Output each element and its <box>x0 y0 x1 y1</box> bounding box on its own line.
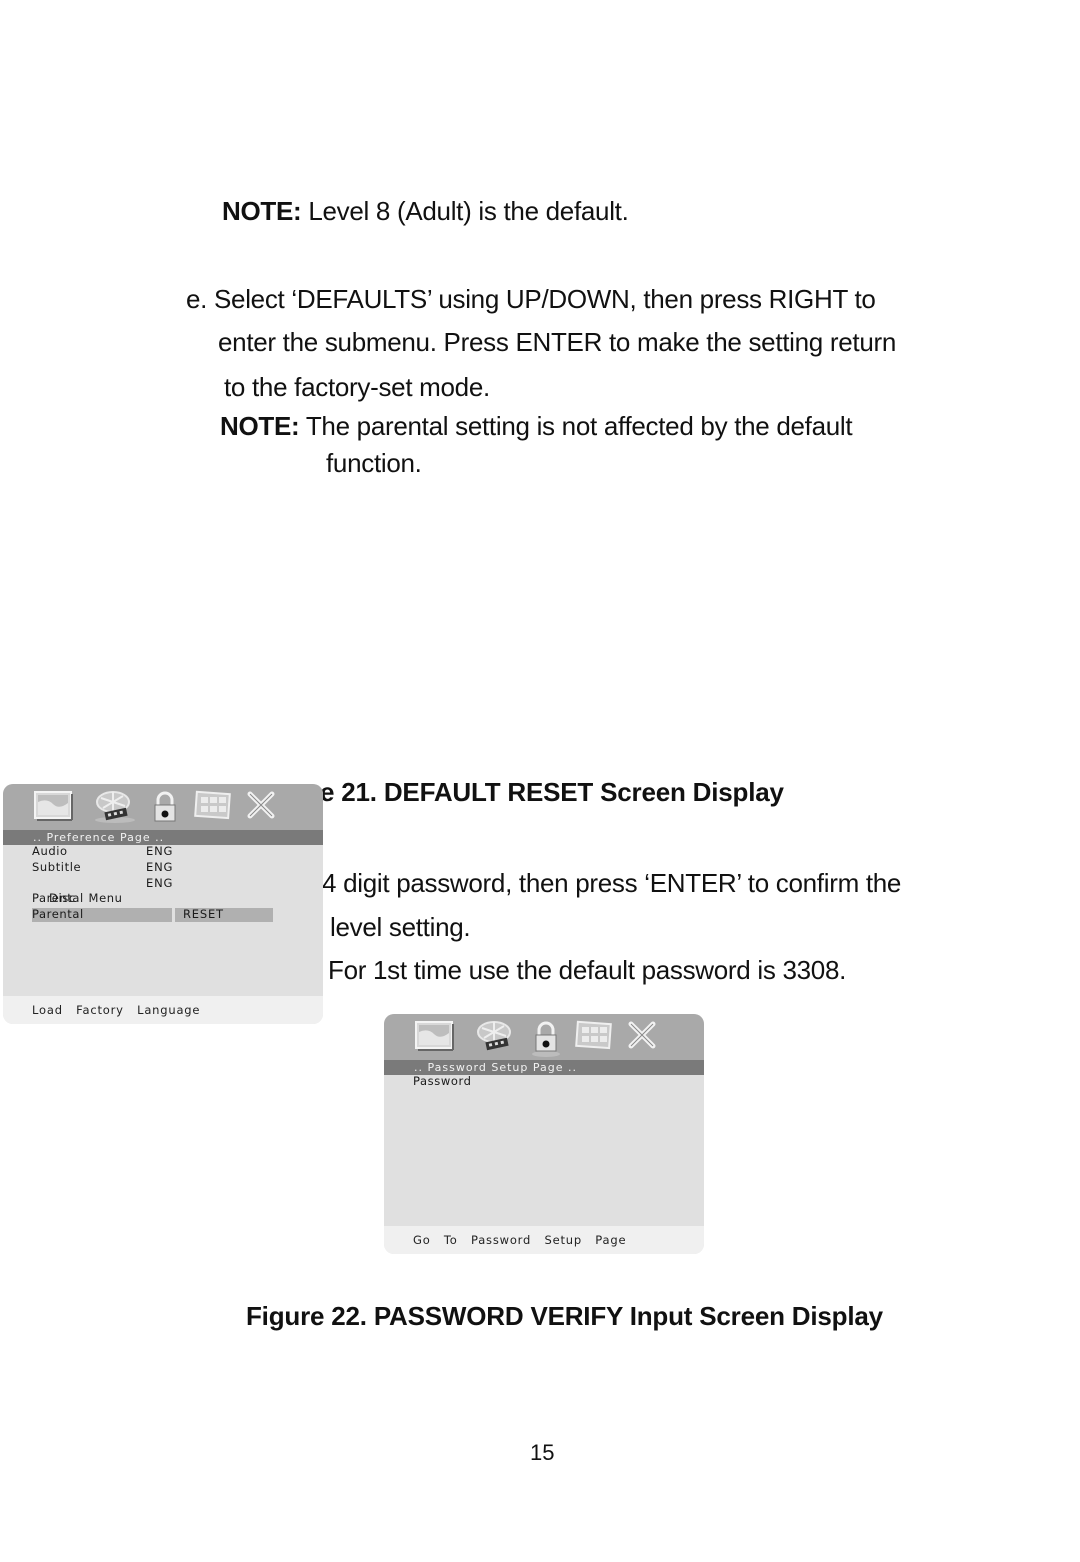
figure-21-caption: e 21. DEFAULT RESET Screen Display <box>320 777 784 807</box>
menu-item-label: Audio <box>32 844 68 858</box>
close-x-icon[interactable] <box>246 790 276 820</box>
page-number: 15 <box>530 1440 555 1465</box>
reset-option[interactable]: RESET <box>183 907 224 922</box>
note-default-level: NOTE: Level 8 (Adult) is the default. <box>222 196 629 226</box>
grid-panel-icon[interactable] <box>574 1020 614 1052</box>
menu-item-label: Password <box>413 1074 472 1088</box>
menu-item-value: ENG <box>146 876 174 890</box>
osd-footer-hint: Go To Password Setup Page <box>384 1226 704 1254</box>
note-text: The parental setting is not affected by … <box>299 411 853 441</box>
step-e-line-3: to the factory-set mode. <box>224 372 490 402</box>
menu-item-parental[interactable]: Parental <box>32 891 84 906</box>
password-instruction-line-1: 4 digit password, then press ‘ENTER’ to … <box>322 868 902 898</box>
menu-item-password[interactable]: Password <box>413 1074 472 1089</box>
note-label: NOTE: <box>220 411 300 441</box>
close-x-icon[interactable] <box>627 1020 657 1050</box>
menu-item-label: Parental <box>32 891 84 905</box>
step-e-line-1: e. Select ‘DEFAULTS’ using UP/DOWN, then… <box>186 284 876 314</box>
osd-icon-bar <box>3 784 323 830</box>
menu-item-label: Subtitle <box>32 860 82 874</box>
note-label: NOTE: <box>222 196 302 226</box>
osd-icon-bar <box>384 1014 704 1060</box>
note-parental-line-2: function. <box>326 448 422 478</box>
password-instruction-line-3: For 1st time use the default password is… <box>328 955 847 985</box>
osd-page-title: .. Password Setup Page .. <box>384 1060 704 1075</box>
figure-22-caption: Figure 22. PASSWORD VERIFY Input Screen … <box>246 1301 883 1331</box>
osd-password-setup-page: .. Password Setup Page .. Password Go To… <box>384 1014 704 1254</box>
padlock-icon[interactable] <box>148 790 182 824</box>
osd-preference-page: .. Preference Page .. Audio ENG Subtitle… <box>3 784 323 1024</box>
step-e-line-2: enter the submenu. Press ENTER to make t… <box>218 327 897 357</box>
menu-item-value: ENG <box>146 860 174 874</box>
tv-screen-icon[interactable] <box>414 1020 456 1052</box>
menu-item-parental-reset[interactable]: Parental <box>32 907 84 922</box>
note-text: Level 8 (Adult) is the default. <box>301 196 629 226</box>
menu-item-subtitle[interactable]: Subtitle <box>32 860 81 875</box>
tv-screen-icon[interactable] <box>33 790 75 822</box>
menu-item-audio[interactable]: Audio <box>32 844 68 859</box>
film-reel-icon[interactable] <box>91 790 137 824</box>
film-reel-icon[interactable] <box>472 1020 518 1054</box>
menu-item-disc-menu[interactable]: Disc Menu <box>32 876 123 905</box>
osd-page-title: .. Preference Page .. <box>3 830 323 845</box>
padlock-icon[interactable] <box>529 1020 563 1058</box>
osd-footer-hint: Load Factory Language <box>3 996 323 1024</box>
password-instruction-line-2: level setting. <box>330 912 471 942</box>
note-parental: NOTE: The parental setting is not affect… <box>220 411 853 441</box>
grid-panel-icon[interactable] <box>193 790 233 822</box>
menu-item-value: ENG <box>146 844 174 858</box>
menu-item-label: Parental <box>32 907 84 921</box>
